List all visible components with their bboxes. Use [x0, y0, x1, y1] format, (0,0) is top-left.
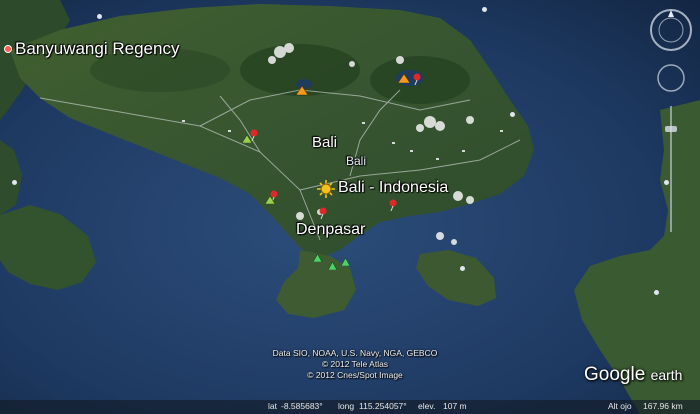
compass-icon[interactable]: [650, 9, 692, 51]
info-icon[interactable]: [482, 7, 487, 12]
info-icon[interactable]: [97, 14, 102, 19]
zoom-slider-icon[interactable]: [665, 106, 677, 232]
mountain-icon[interactable]: [242, 135, 252, 143]
info-icon[interactable]: [654, 290, 659, 295]
imagery-attribution: Data SIO, NOAA, U.S. Navy, NGA, GEBCO © …: [240, 348, 470, 381]
lat-label: lat: [268, 401, 277, 411]
mountain-icon[interactable]: [398, 74, 410, 83]
label-banyuwangi-regency[interactable]: Banyuwangi Regency: [15, 39, 179, 59]
attribution-line-1: Data SIO, NOAA, U.S. Navy, NGA, GEBCO: [272, 348, 438, 358]
navigation-controls: [648, 6, 694, 246]
map-view[interactable]: Banyuwangi Regency Bali Bali Denpasar Ba…: [0, 0, 700, 414]
logo-word-earth: earth: [650, 367, 683, 383]
info-icon[interactable]: [12, 180, 17, 185]
alt-value: 167.96 km: [643, 401, 683, 411]
label-bali-province[interactable]: Bali: [346, 154, 366, 168]
elev-label: elev.: [418, 401, 436, 411]
label-bali-indonesia-placemark[interactable]: Bali - Indonesia: [338, 179, 448, 197]
pushpin-icon[interactable]: [412, 73, 422, 85]
label-denpasar[interactable]: Denpasar: [296, 221, 365, 239]
move-joystick-icon[interactable]: [657, 64, 685, 92]
mountain-icon[interactable]: [341, 258, 350, 266]
alt-label: Alt ojo: [608, 401, 632, 411]
attribution-line-3: © 2012 Cnes/Spot Image: [307, 370, 403, 380]
label-bali-island[interactable]: Bali: [312, 134, 337, 151]
attribution-line-2: © 2012 Tele Atlas: [321, 359, 389, 369]
placemark-sun-icon[interactable]: [317, 180, 335, 198]
mountain-icon[interactable]: [313, 254, 322, 262]
lat-value: -8.585683°: [281, 401, 323, 411]
pushpin-icon[interactable]: [388, 199, 398, 211]
town-dot-banyuwangi[interactable]: [4, 45, 12, 53]
google-earth-logo: Google earth: [584, 364, 682, 386]
mountain-icon[interactable]: [296, 86, 308, 95]
pushpin-icon[interactable]: [318, 207, 328, 219]
lon-value: 115.254057°: [359, 401, 407, 411]
info-icon[interactable]: [510, 112, 515, 117]
info-icon[interactable]: [460, 266, 465, 271]
mountain-icon[interactable]: [328, 262, 337, 270]
logo-word-google: Google: [584, 364, 646, 385]
elev-value: 107 m: [443, 401, 467, 411]
mountain-icon[interactable]: [265, 196, 275, 204]
lon-label: long: [338, 401, 355, 411]
